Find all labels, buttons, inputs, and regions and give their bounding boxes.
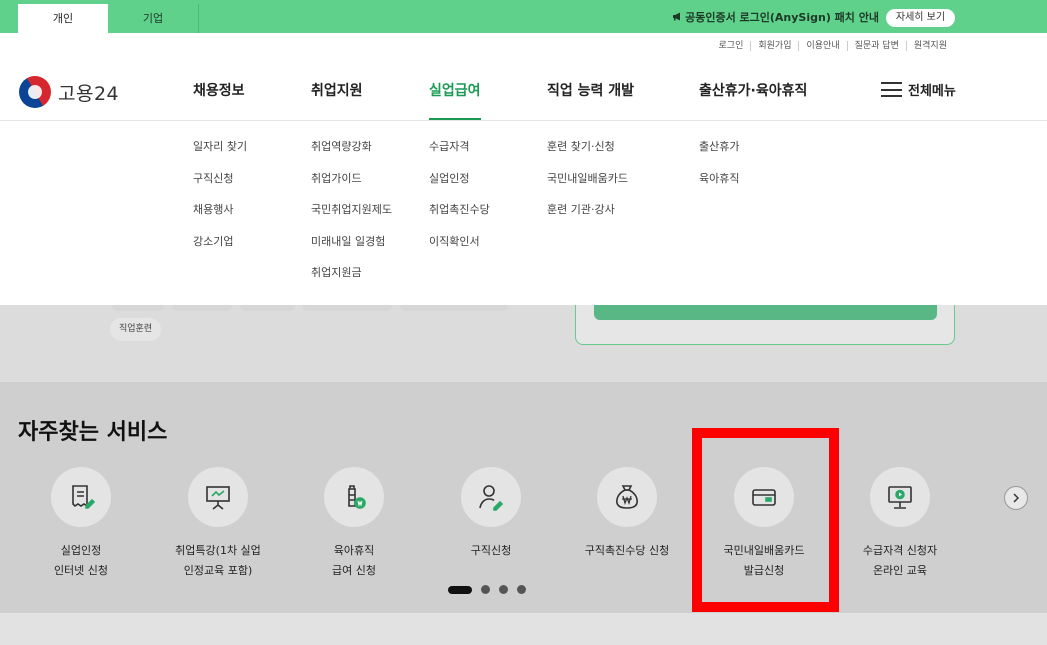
submenu-item[interactable]: 채용행사 (193, 201, 247, 233)
nav-parental-leave[interactable]: 출산휴가·육아휴직 (699, 80, 807, 120)
pagination-dot-3[interactable] (499, 585, 508, 594)
detail-button[interactable]: 자세히 보기 (886, 9, 955, 27)
service-item-childcare-leave[interactable]: 육아휴직 급여 신청 (289, 467, 419, 581)
highlight-box (692, 428, 839, 612)
section-title: 자주찾는 서비스 (18, 420, 168, 445)
service-item-online-education[interactable]: 수급자격 신청자 온라인 교육 (835, 467, 965, 581)
submenu-item[interactable]: 취업가이드 (311, 170, 392, 202)
header: 로그인 회원가입 이용안내 질문과 답변 원격지원 고용24 채용정보 취업지원… (0, 33, 1047, 305)
submenu-item[interactable]: 이직확인서 (429, 233, 490, 265)
global-nav: 채용정보 취업지원 실업급여 직업 능력 개발 출산휴가·육아휴직 전체메뉴 (0, 80, 1047, 120)
hero-box (575, 305, 955, 345)
service-label: 수급자격 신청자 온라인 교육 (862, 544, 938, 577)
chevron-right-icon (1013, 493, 1020, 503)
service-item-lecture[interactable]: 취업특강(1차 실업 인정교육 포함) (153, 467, 283, 581)
hidden-chip (400, 305, 508, 311)
submenu-parental-leave: 출산휴가 육아휴직 (699, 138, 739, 201)
carousel-next-button[interactable] (1004, 486, 1028, 510)
nav-divider (0, 120, 1047, 121)
carousel-pagination (448, 585, 535, 594)
document-edit-icon (72, 485, 96, 509)
hidden-chip (302, 305, 392, 311)
guide-link[interactable]: 이용안내 (798, 41, 846, 51)
notice-link[interactable]: 공동인증서 로그인(AnySign) 패치 안내 (672, 9, 879, 25)
nav-vocational-training[interactable]: 직업 능력 개발 (547, 80, 634, 120)
service-icon-circle (188, 467, 248, 527)
submenu-item[interactable]: 취업역량강화 (311, 138, 392, 170)
pagination-dot-4[interactable] (517, 585, 526, 594)
service-item-job-promotion-allowance[interactable]: 구직촉진수당 신청 (562, 467, 692, 561)
submenu-item[interactable]: 수급자격 (429, 138, 490, 170)
utility-links: 로그인 회원가입 이용안내 질문과 답변 원격지원 (712, 41, 954, 51)
nav-unemployment-benefit[interactable]: 실업급여 (429, 80, 481, 120)
submenu-item[interactable]: 취업촉진수당 (429, 201, 490, 233)
tab-corporate[interactable]: 기업 (108, 4, 199, 33)
submenu-item[interactable]: 훈련 기관·강사 (547, 201, 628, 233)
service-icon-circle (51, 467, 111, 527)
service-label: 취업특강(1차 실업 인정교육 포함) (175, 544, 261, 577)
megaphone-icon (672, 12, 682, 24)
hamburger-icon (881, 82, 902, 97)
person-edit-icon (479, 485, 504, 511)
service-icon-circle (597, 467, 657, 527)
hero-button[interactable] (594, 305, 937, 320)
service-label: 구직촉진수당 신청 (584, 544, 670, 557)
submenu-item[interactable]: 구직신청 (193, 170, 247, 202)
service-item-job-application[interactable]: 구직신청 (426, 467, 556, 561)
nav-recruit[interactable]: 채용정보 (193, 80, 245, 120)
service-label: 구직신청 (470, 544, 512, 557)
hidden-chip (240, 305, 295, 311)
presentation-board-icon (206, 486, 230, 510)
all-menu-label: 전체메뉴 (908, 84, 956, 99)
frequent-services: 자주찾는 서비스 실업인정 인터넷 신청 취업특강(1차 실업 인정교육 포함) (0, 382, 1047, 613)
service-icon-circle (870, 467, 930, 527)
submenu-item[interactable]: 강소기업 (193, 233, 247, 265)
submenu-item[interactable]: 출산휴가 (699, 138, 739, 170)
pagination-dot-2[interactable] (481, 585, 490, 594)
hidden-chip (112, 305, 164, 311)
service-label: 실업인정 인터넷 신청 (53, 544, 109, 577)
submenu-item[interactable]: 일자리 찾기 (193, 138, 247, 170)
hidden-chip (172, 305, 232, 311)
submenu-vocational-training: 훈련 찾기·신청 국민내일배움카드 훈련 기관·강사 (547, 138, 628, 233)
submenu-item[interactable]: 육아휴직 (699, 170, 739, 202)
submenu-item[interactable]: 국민내일배움카드 (547, 170, 628, 202)
top-bar: 개인 기업 공동인증서 로그인(AnySign) 패치 안내 자세히 보기 (0, 0, 1047, 33)
login-link[interactable]: 로그인 (712, 41, 751, 51)
service-label: 육아휴직 급여 신청 (332, 544, 376, 577)
submenu-employment-support: 취업역량강화 취업가이드 국민취업지원제도 미래내일 일경험 취업지원금 (311, 138, 392, 296)
nav-employment-support[interactable]: 취업지원 (311, 80, 363, 120)
service-icon-circle (461, 467, 521, 527)
tag-chip[interactable]: 직업훈련 (110, 318, 162, 341)
service-icon-circle (324, 467, 384, 527)
notice-text: 공동인증서 로그인(AnySign) 패치 안내 (685, 11, 879, 24)
signup-link[interactable]: 회원가입 (750, 41, 798, 51)
monitor-play-icon (888, 486, 912, 509)
money-bag-won-icon (616, 485, 638, 509)
tab-personal[interactable]: 개인 (18, 4, 108, 33)
submenu-item[interactable]: 국민취업지원제도 (311, 201, 392, 233)
submenu-item[interactable]: 취업지원금 (311, 264, 392, 296)
bottom-area (0, 613, 1047, 645)
pagination-dot-1[interactable] (448, 585, 472, 594)
qna-link[interactable]: 질문과 답변 (846, 41, 906, 51)
submenu-recruit: 일자리 찾기 구직신청 채용행사 강소기업 (193, 138, 247, 264)
submenu-item[interactable]: 실업인정 (429, 170, 490, 202)
baby-bottle-won-icon (348, 485, 366, 509)
submenu-item[interactable]: 미래내일 일경험 (311, 233, 392, 265)
all-menu-button[interactable]: 전체메뉴 (881, 80, 956, 99)
submenu-unemployment-benefit: 수급자격 실업인정 취업촉진수당 이직확인서 (429, 138, 490, 264)
service-item-unemployment-recognition[interactable]: 실업인정 인터넷 신청 (16, 467, 146, 581)
remote-support-link[interactable]: 원격지원 (905, 41, 954, 51)
submenu-item[interactable]: 훈련 찾기·신청 (547, 138, 628, 170)
